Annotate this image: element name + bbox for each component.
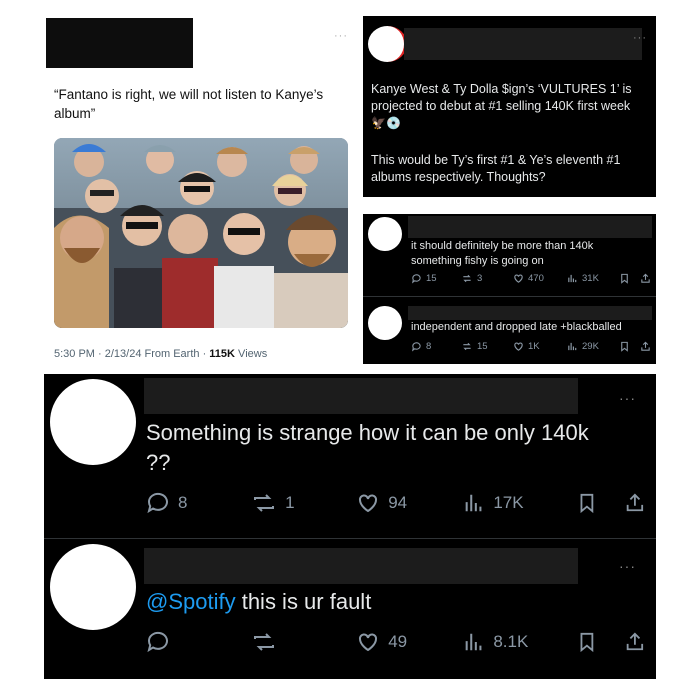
divider xyxy=(44,538,656,539)
more-options-icon[interactable]: ··· xyxy=(633,32,647,44)
views-icon xyxy=(568,342,577,351)
redacted-username xyxy=(144,548,578,584)
tweet-fantano: ··· “Fantano is right, we will not liste… xyxy=(44,16,362,366)
views-icon xyxy=(465,633,482,651)
like-count: 49 xyxy=(388,632,408,651)
reply-icon xyxy=(147,492,168,514)
reply-actions: 49 8.1K xyxy=(146,630,646,654)
tweet-text: Kanye West & Ty Dolla $ign’s ‘VULTURES 1… xyxy=(371,82,632,113)
repost-count: 15 xyxy=(477,341,488,352)
reply-actions: 8 15 1K 29K xyxy=(411,341,655,352)
bookmark-icon[interactable] xyxy=(576,491,598,515)
avatar[interactable] xyxy=(50,379,136,465)
views-count: 17K xyxy=(493,493,524,512)
reply-actions: 8 1 94 17K xyxy=(146,491,646,515)
like-button[interactable]: 49 xyxy=(356,630,463,654)
reply-icon xyxy=(147,631,168,653)
reply-text-body: this is ur fault xyxy=(235,589,372,614)
more-options-icon[interactable]: ··· xyxy=(334,30,348,42)
reply-button[interactable]: 8 xyxy=(146,491,251,515)
views-button[interactable]: 8.1K xyxy=(463,630,576,654)
page: { "tweet_fantano": { "text": "“Fantano i… xyxy=(0,0,700,700)
tweet-text: “Fantano is right, we will not listen to… xyxy=(54,87,324,121)
heart-icon xyxy=(359,633,378,652)
views-count: 8.1K xyxy=(493,632,529,651)
repost-button[interactable] xyxy=(251,630,356,654)
reply-button[interactable]: 15 xyxy=(411,273,461,284)
views-button[interactable]: 29K xyxy=(567,341,619,352)
reply-count: 8 xyxy=(178,493,188,512)
repost-icon xyxy=(254,633,275,651)
timestamp: 5:30 PM · 2/13/24 From Earth · xyxy=(54,348,210,360)
reply-button[interactable]: 8 xyxy=(411,341,461,352)
divider xyxy=(363,296,656,297)
repost-count: 1 xyxy=(285,493,295,512)
emoji: 🦅💿 xyxy=(371,116,401,130)
bookmark-icon[interactable] xyxy=(576,630,598,654)
heart-icon xyxy=(514,342,523,351)
group-photo-image xyxy=(54,138,348,328)
views-icon xyxy=(568,274,577,283)
share-icon[interactable] xyxy=(624,491,646,515)
like-count: 470 xyxy=(528,273,544,284)
like-button[interactable]: 470 xyxy=(513,273,567,284)
views-icon xyxy=(465,494,482,512)
avatar[interactable] xyxy=(368,26,407,62)
avatar[interactable] xyxy=(368,306,402,340)
redacted-username xyxy=(408,216,652,238)
views-count: 29K xyxy=(582,341,599,352)
repost-button[interactable]: 3 xyxy=(461,273,513,284)
repost-button[interactable]: 15 xyxy=(461,341,513,352)
heart-icon xyxy=(359,494,378,513)
reply-actions: 15 3 470 31K xyxy=(411,273,655,284)
reply-icon xyxy=(412,342,421,352)
like-button[interactable]: 1K xyxy=(513,341,567,352)
views-button[interactable]: 31K xyxy=(567,273,619,284)
replies-small: it should definitely be more than 140k s… xyxy=(363,214,656,364)
share-icon[interactable] xyxy=(640,341,651,352)
like-count: 1K xyxy=(528,341,540,352)
reply-text: independent and dropped late +blackballe… xyxy=(411,321,622,333)
avatar[interactable] xyxy=(368,217,402,251)
repost-icon xyxy=(254,494,275,512)
like-count: 94 xyxy=(388,493,408,512)
repost-icon xyxy=(463,342,471,351)
reply-text: Something is strange how it can be only … xyxy=(146,420,589,475)
tweet-meta: 5:30 PM · 2/13/24 From Earth · 115K View… xyxy=(54,348,267,360)
reply-button[interactable] xyxy=(146,630,251,654)
mention-link[interactable]: @Spotify xyxy=(146,589,236,614)
like-button[interactable]: 94 xyxy=(356,491,463,515)
repost-icon xyxy=(463,274,471,283)
reply-icon xyxy=(412,274,421,284)
repost-count: 3 xyxy=(477,273,483,284)
repost-button[interactable]: 1 xyxy=(251,491,356,515)
views-count: 115K xyxy=(209,348,235,360)
redacted-username xyxy=(408,306,652,320)
bookmark-icon[interactable] xyxy=(619,341,630,352)
views-count: 31K xyxy=(582,273,599,284)
heart-icon xyxy=(514,274,523,283)
more-options-icon[interactable]: ··· xyxy=(619,390,636,406)
tweet-vultures: ··· Kanye West & Ty Dolla $ign’s ‘VULTUR… xyxy=(363,16,656,197)
avatar[interactable] xyxy=(50,544,136,630)
share-icon[interactable] xyxy=(640,273,651,284)
tweet-text-2: This would be Ty’s first #1 & Ye’s eleve… xyxy=(371,153,621,184)
replies-large: ··· Something is strange how it can be o… xyxy=(44,374,656,679)
redacted-username xyxy=(144,378,578,414)
views-button[interactable]: 17K xyxy=(463,491,576,515)
views-label: Views xyxy=(235,348,268,360)
more-options-icon[interactable]: ··· xyxy=(619,558,636,574)
tweet-photo[interactable] xyxy=(54,138,348,328)
reply-count: 8 xyxy=(426,341,432,352)
share-icon[interactable] xyxy=(624,630,646,654)
redacted-username xyxy=(46,18,193,68)
reply-text: it should definitely be more than 140k s… xyxy=(411,240,594,267)
reply-count: 15 xyxy=(426,273,437,284)
reply-text: @Spotify this is ur fault xyxy=(146,587,591,617)
bookmark-icon[interactable] xyxy=(619,273,630,284)
redacted-username xyxy=(404,28,642,60)
